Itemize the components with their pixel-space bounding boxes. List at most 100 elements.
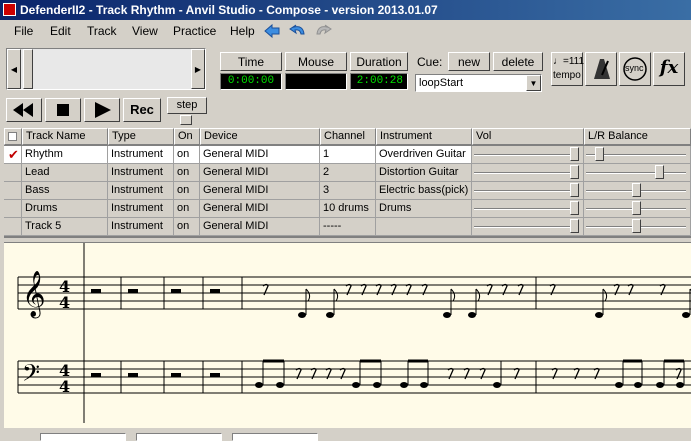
status-select-2[interactable] [136, 433, 222, 441]
cue-delete-button[interactable]: delete [493, 52, 543, 71]
header-track-name[interactable]: Track Name [22, 128, 108, 145]
duration-button[interactable]: Duration [350, 52, 408, 71]
scroll-right-button[interactable]: ▶ [191, 49, 205, 89]
track-on-cell[interactable]: on [174, 200, 200, 218]
track-device-cell[interactable]: General MIDI [200, 146, 320, 164]
balance-thumb[interactable] [632, 219, 641, 233]
volume-slider[interactable] [472, 182, 584, 200]
status-select-1[interactable] [40, 433, 126, 441]
track-row[interactable]: ✔ Rhythm Instrument on General MIDI 1 Overdriv… [4, 146, 691, 164]
track-row[interactable]: Lead Instrument on General MIDI 2 Distortion … [4, 164, 691, 182]
fx-button[interactable]: fx [653, 52, 685, 86]
record-button[interactable]: Rec [123, 98, 161, 122]
status-select-3[interactable] [232, 433, 318, 441]
chevron-down-icon[interactable]: ▼ [526, 75, 541, 91]
header-channel[interactable]: Channel [320, 128, 376, 145]
track-type-cell[interactable]: Instrument [108, 164, 174, 182]
cue-select[interactable]: loopStart ▼ [415, 74, 542, 92]
volume-thumb[interactable] [570, 201, 579, 215]
track-name-cell[interactable]: Drums [22, 200, 108, 218]
redo-icon[interactable] [314, 23, 332, 39]
track-on-cell[interactable]: on [174, 218, 200, 236]
balance-thumb[interactable] [632, 183, 641, 197]
track-name-cell[interactable]: Track 5 [22, 218, 108, 236]
track-channel-cell[interactable]: ----- [320, 218, 376, 236]
track-on-cell[interactable]: on [174, 182, 200, 200]
track-type-cell[interactable]: Instrument [108, 146, 174, 164]
volume-thumb[interactable] [570, 147, 579, 161]
track-check-icon[interactable] [4, 182, 22, 200]
track-name-cell[interactable]: Lead [22, 164, 108, 182]
volume-thumb[interactable] [570, 219, 579, 233]
step-slider[interactable] [180, 115, 192, 125]
track-channel-cell[interactable]: 2 [320, 164, 376, 182]
tempo-button[interactable]: ♩=111 tempo [551, 52, 584, 86]
position-scrollbar[interactable]: ◀ ▶ [6, 48, 206, 90]
volume-thumb[interactable] [570, 183, 579, 197]
step-button[interactable]: step [167, 97, 207, 114]
scroll-left-button[interactable]: ◀ [7, 49, 21, 89]
undo-icon[interactable] [289, 23, 307, 39]
track-instrument-cell[interactable]: Drums [376, 200, 472, 218]
score-view[interactable]: 𝄞 4 4 𝄢 4 4 [4, 242, 691, 428]
balance-thumb[interactable] [655, 165, 664, 179]
track-instrument-cell[interactable] [376, 218, 472, 236]
menu-view[interactable]: View [132, 24, 158, 38]
track-channel-cell[interactable]: 3 [320, 182, 376, 200]
track-device-cell[interactable]: General MIDI [200, 218, 320, 236]
track-check-icon[interactable] [4, 200, 22, 218]
balance-slider[interactable] [584, 164, 691, 182]
track-channel-cell[interactable]: 1 [320, 146, 376, 164]
balance-thumb[interactable] [632, 201, 641, 215]
track-row[interactable]: Bass Instrument on General MIDI 3 Electric ba… [4, 182, 691, 200]
header-type[interactable]: Type [108, 128, 174, 145]
track-check-icon[interactable]: ✔ [4, 146, 22, 164]
track-instrument-cell[interactable]: Distortion Guitar [376, 164, 472, 182]
track-type-cell[interactable]: Instrument [108, 182, 174, 200]
track-type-cell[interactable]: Instrument [108, 200, 174, 218]
play-button[interactable] [84, 98, 120, 122]
track-row[interactable]: Track 5 Instrument on General MIDI ----- [4, 218, 691, 236]
back-arrow-icon[interactable] [263, 23, 281, 39]
menu-edit[interactable]: Edit [50, 24, 71, 38]
menu-practice[interactable]: Practice [173, 24, 216, 38]
menu-track[interactable]: Track [87, 24, 117, 38]
mouse-button[interactable]: Mouse [285, 52, 347, 71]
header-instrument[interactable]: Instrument [376, 128, 472, 145]
track-device-cell[interactable]: General MIDI [200, 182, 320, 200]
track-type-cell[interactable]: Instrument [108, 218, 174, 236]
sync-button[interactable]: sync [619, 52, 651, 86]
header-device[interactable]: Device [200, 128, 320, 145]
stop-button[interactable] [45, 98, 81, 122]
cue-new-button[interactable]: new [448, 52, 490, 71]
header-check[interactable] [4, 128, 22, 145]
track-instrument-cell[interactable]: Electric bass(pick) [376, 182, 472, 200]
track-instrument-cell[interactable]: Overdriven Guitar [376, 146, 472, 164]
volume-slider[interactable] [472, 200, 584, 218]
volume-slider[interactable] [472, 164, 584, 182]
track-on-cell[interactable]: on [174, 146, 200, 164]
header-vol[interactable]: Vol [472, 128, 584, 145]
track-name-cell[interactable]: Bass [22, 182, 108, 200]
track-channel-cell[interactable]: 10 drums [320, 200, 376, 218]
track-row[interactable]: Drums Instrument on General MIDI 10 drums Dru… [4, 200, 691, 218]
balance-slider[interactable] [584, 182, 691, 200]
rewind-button[interactable] [6, 98, 42, 122]
balance-slider[interactable] [584, 218, 691, 236]
volume-thumb[interactable] [570, 165, 579, 179]
staff-notation[interactable]: 𝄞 44𝄢 44 [4, 243, 691, 428]
header-on[interactable]: On [174, 128, 200, 145]
header-balance[interactable]: L/R Balance [584, 128, 691, 145]
balance-slider[interactable] [584, 200, 691, 218]
balance-thumb[interactable] [595, 147, 605, 161]
menu-help[interactable]: Help [230, 24, 255, 38]
menu-file[interactable]: File [14, 24, 33, 38]
metronome-button[interactable] [585, 52, 617, 86]
track-name-cell[interactable]: Rhythm [22, 146, 108, 164]
track-check-icon[interactable] [4, 164, 22, 182]
balance-slider[interactable] [584, 146, 691, 164]
time-button[interactable]: Time [220, 52, 282, 71]
track-device-cell[interactable]: General MIDI [200, 200, 320, 218]
volume-slider[interactable] [472, 146, 584, 164]
track-device-cell[interactable]: General MIDI [200, 164, 320, 182]
